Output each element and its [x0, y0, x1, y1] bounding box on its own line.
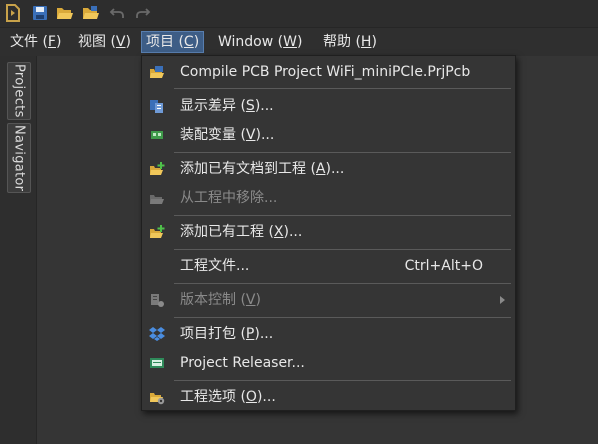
project-menu-dropdown: Compile PCB Project WiFi_miniPCIe.PrjPcb…	[141, 55, 516, 411]
tab-navigator[interactable]: Navigator	[7, 123, 31, 193]
variants-icon	[149, 127, 165, 143]
label-text: Project Releaser...	[180, 355, 305, 371]
menu-separator	[174, 380, 511, 381]
label-suffix: )	[255, 292, 261, 308]
menu-separator	[174, 88, 511, 89]
project-options-icon	[149, 389, 165, 405]
menu-item-label: 工程文件...	[180, 253, 249, 279]
label-text: 工程文件...	[180, 258, 250, 274]
menu-project-mnemonic: C	[183, 34, 194, 50]
label-text: 装配变量 (	[180, 127, 246, 143]
label-text: 添加已有文档到工程 (	[180, 161, 316, 177]
menu-file-mnemonic: F	[47, 34, 56, 50]
left-dock-panel: Projects Navigator	[0, 56, 37, 444]
label-suffix: )...	[255, 127, 275, 143]
remove-document-icon	[149, 190, 165, 206]
save-icon[interactable]	[30, 3, 50, 23]
menu-item-label: Compile PCB Project WiFi_miniPCIe.PrjPcb	[180, 59, 470, 85]
tab-navigator-label: Navigator	[11, 124, 27, 192]
add-document-icon	[149, 161, 165, 177]
menu-help[interactable]: 帮助 (H)	[319, 31, 381, 53]
menu-view[interactable]: 视图 (V)	[74, 31, 135, 53]
menu-item-label: 添加已有文档到工程 (A)...	[180, 156, 344, 182]
menu-project-suffix: )	[193, 34, 200, 50]
menu-item-project-options[interactable]: 工程选项 (O)...	[142, 384, 515, 410]
label-mnemonic: O	[245, 389, 257, 405]
label-text: 版本控制 (	[180, 292, 246, 308]
label-mnemonic: X	[273, 224, 284, 240]
menu-project[interactable]: 项目 (C)	[141, 31, 205, 53]
menu-separator	[174, 283, 511, 284]
label-mnemonic: V	[245, 127, 256, 143]
tab-projects-label: Projects	[11, 64, 27, 118]
menu-window-label: Window (	[218, 34, 284, 50]
menu-window-suffix: )	[296, 34, 303, 50]
main-toolbar	[0, 0, 598, 28]
menu-separator	[174, 215, 511, 216]
version-control-icon	[149, 292, 165, 308]
label-suffix: )...	[283, 224, 303, 240]
menu-item-label: 添加已有工程 (X)...	[180, 219, 302, 245]
label-text: 显示差异 (	[180, 98, 246, 114]
menu-item-project-packager[interactable]: 项目打包 (P)...	[142, 321, 515, 347]
label-suffix: )...	[254, 326, 274, 342]
dropbox-icon	[149, 326, 165, 342]
menu-item-project-releaser[interactable]: Project Releaser...	[142, 350, 515, 376]
menu-item-add-existing-project[interactable]: 添加已有工程 (X)...	[142, 219, 515, 245]
label-text: 工程选项 (	[180, 389, 246, 405]
menu-item-label: 版本控制 (V)	[180, 287, 261, 313]
label-text: 项目打包 (	[180, 326, 246, 342]
menu-item-remove-from-project: 从工程中移除...	[142, 185, 515, 211]
shortcut-label: Ctrl+Alt+O	[404, 258, 483, 274]
menu-item-label: 项目打包 (P)...	[180, 321, 273, 347]
label-mnemonic: S	[245, 98, 255, 114]
label-text: 从工程中移除...	[180, 190, 278, 206]
menu-item-show-differences[interactable]: 显示差异 (S)...	[142, 93, 515, 119]
submenu-arrow-icon	[500, 296, 505, 304]
compare-icon	[149, 98, 165, 114]
label-text: 添加已有工程 (	[180, 224, 274, 240]
label-suffix: )...	[325, 161, 345, 177]
menu-item-version-control: 版本控制 (V)	[142, 287, 515, 313]
menu-item-project-files[interactable]: 工程文件... Ctrl+Alt+O	[142, 253, 515, 279]
compile-icon	[149, 64, 165, 80]
label-mnemonic: V	[245, 292, 256, 308]
menu-separator	[174, 249, 511, 250]
menu-item-label: 从工程中移除...	[180, 185, 277, 211]
label-suffix: )...	[254, 98, 274, 114]
menu-item-label: 装配变量 (V)...	[180, 122, 274, 148]
menu-file-label: 文件 (	[10, 34, 48, 50]
menu-item-label: Project Releaser...	[180, 350, 305, 376]
menu-help-mnemonic: H	[360, 34, 372, 50]
menu-window[interactable]: Window (W)	[214, 31, 306, 53]
releaser-icon	[149, 355, 165, 371]
label-text: Compile PCB Project WiFi_miniPCIe.PrjPcb	[180, 64, 471, 80]
menu-help-suffix: )	[371, 34, 377, 50]
menu-view-suffix: )	[125, 34, 131, 50]
menu-window-mnemonic: W	[283, 34, 297, 50]
tab-projects[interactable]: Projects	[7, 62, 31, 120]
open-project-icon[interactable]	[81, 3, 101, 23]
menu-view-label: 视图 (	[78, 34, 116, 50]
menu-separator	[174, 317, 511, 318]
menu-bar: 文件 (F) 视图 (V) 项目 (C) Window (W) 帮助 (H)	[0, 28, 598, 56]
undo-icon[interactable]	[107, 3, 127, 23]
menu-view-mnemonic: V	[115, 34, 126, 50]
menu-file-suffix: )	[55, 34, 62, 50]
menu-item-assembly-variants[interactable]: 装配变量 (V)...	[142, 122, 515, 148]
menu-item-label: 工程选项 (O)...	[180, 384, 276, 410]
menu-project-label: 项目 (	[146, 34, 184, 50]
open-folder-icon[interactable]	[55, 3, 75, 23]
add-project-icon	[149, 224, 165, 240]
menu-file[interactable]: 文件 (F)	[6, 31, 65, 53]
app-logo-icon	[3, 3, 23, 23]
redo-icon[interactable]	[133, 3, 153, 23]
menu-item-label: 显示差异 (S)...	[180, 93, 274, 119]
menu-separator	[174, 152, 511, 153]
label-mnemonic: A	[315, 161, 326, 177]
menu-help-label: 帮助 (	[323, 34, 361, 50]
label-suffix: )...	[256, 389, 276, 405]
menu-item-compile[interactable]: Compile PCB Project WiFi_miniPCIe.PrjPcb	[142, 59, 515, 85]
menu-item-add-existing-document[interactable]: 添加已有文档到工程 (A)...	[142, 156, 515, 182]
